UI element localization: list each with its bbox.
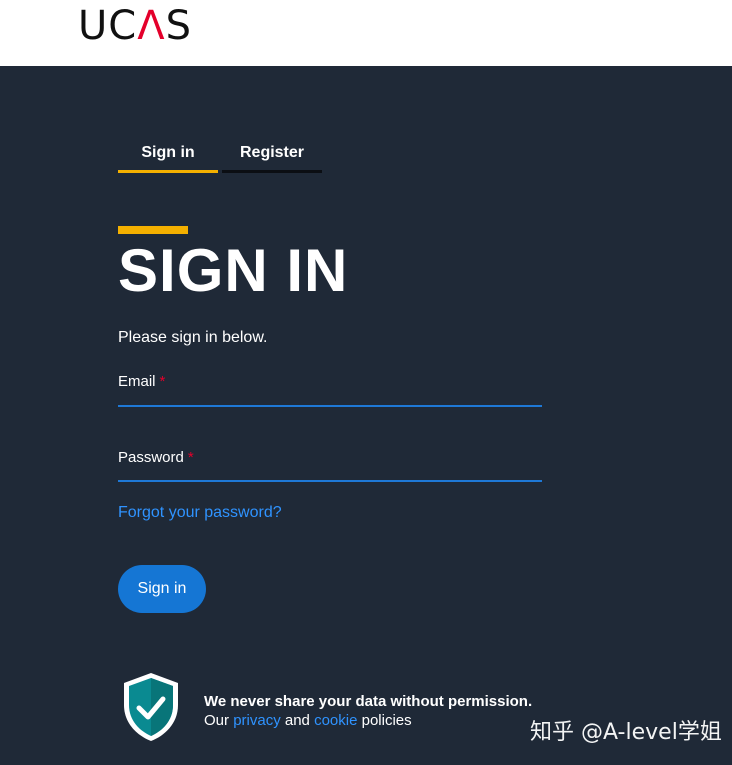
page-title: SIGN IN <box>118 237 349 304</box>
email-input[interactable] <box>118 373 542 405</box>
watermark: 知乎 @A-level学姐 <box>530 720 722 745</box>
shield-check-icon <box>124 673 178 741</box>
password-field[interactable]: Password * <box>118 449 542 482</box>
tab-register-label: Register <box>239 144 305 161</box>
privacy-and-text: and <box>284 712 310 729</box>
title-accent-bar <box>118 226 188 234</box>
privacy-link[interactable]: privacy <box>233 712 281 729</box>
main-panel <box>0 66 732 765</box>
sign-in-button[interactable]: Sign in <box>118 565 206 613</box>
password-input[interactable] <box>118 449 542 480</box>
tab-register[interactable]: Register <box>222 143 322 173</box>
forgot-password-link[interactable]: Forgot your password? <box>118 503 282 523</box>
tab-sign-in[interactable]: Sign in <box>118 143 218 173</box>
privacy-our-text: Our <box>204 712 230 729</box>
privacy-policies-line: Our privacy and cookie policies <box>204 711 532 730</box>
ucas-logo[interactable]: UCΛS <box>78 6 192 46</box>
privacy-headline: We never share your data without permiss… <box>204 693 533 710</box>
email-field[interactable]: Email * <box>118 373 542 407</box>
site-header: UCΛS <box>0 0 732 66</box>
cookie-link[interactable]: cookie <box>314 712 357 729</box>
intro-text: Please sign in below. <box>118 329 268 346</box>
tab-sign-in-label: Sign in <box>141 144 195 161</box>
privacy-notice: We never share your data without permiss… <box>204 692 532 730</box>
privacy-policies-text: policies <box>361 712 412 729</box>
